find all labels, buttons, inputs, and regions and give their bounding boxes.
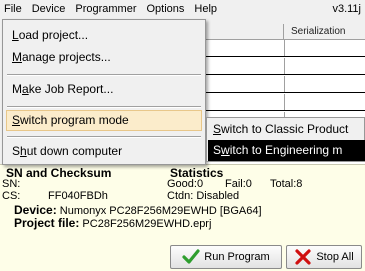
cs-value: FF040FBDh (48, 190, 108, 202)
stop-all-label: Stop All (316, 251, 354, 263)
grid-header-serialization[interactable]: Serialization (285, 24, 365, 40)
menu-options[interactable]: Options (141, 0, 189, 19)
switch-mode-submenu: Switch to Classic Product Switch to Engi… (206, 117, 365, 162)
stat-fail: Fail:0 (225, 178, 252, 190)
sn-label: SN: (2, 178, 21, 190)
version-label: v3.11j (332, 3, 361, 15)
menu-item-make-job-report[interactable]: Make Job Report... (6, 79, 202, 100)
stop-x-icon (295, 249, 311, 265)
submenu-item-label: Switch to Classic Product (213, 122, 349, 136)
menu-item-label: Manage projects... (12, 50, 111, 64)
grid-row[interactable] (206, 58, 365, 75)
run-program-button[interactable]: Run Program (170, 245, 282, 269)
submenu-item-label: Switch to Engineering m (213, 143, 343, 157)
grid-row[interactable] (206, 40, 365, 57)
stat-good: Good:0 (167, 178, 204, 190)
menu-separator (7, 74, 201, 76)
menu-device[interactable]: Device (27, 0, 71, 19)
menu-bar: File Device Programmer Options Help v3.1… (0, 0, 365, 19)
sn-checksum-title: SN and Checksum (6, 166, 112, 180)
grid-row[interactable] (206, 76, 365, 93)
menu-item-shut-down-computer[interactable]: Shut down computer (6, 141, 202, 162)
menu-separator (7, 106, 201, 108)
checkmark-icon (182, 249, 200, 264)
grid-header: Serialization (206, 24, 365, 40)
menu-item-label: Make Job Report... (12, 82, 114, 96)
project-file-label: Project file: (14, 216, 80, 230)
menu-item-label: Shut down computer (12, 144, 123, 158)
grid-header-col1[interactable] (206, 24, 284, 40)
project-file-value: PC28F256M29EWHD.eprj (82, 218, 212, 230)
info-panel: SN and Checksum Statistics SN: Good:0 Fa… (0, 164, 365, 271)
menu-separator (7, 136, 201, 138)
stat-ctdn: Ctdn: Disabled (167, 190, 240, 202)
menu-item-manage-projects[interactable]: Manage projects... (6, 47, 202, 68)
file-menu-dropdown: Load project... Manage projects... Make … (2, 19, 206, 165)
menu-file[interactable]: File (0, 0, 27, 19)
grid-row[interactable] (206, 94, 365, 111)
menu-item-switch-program-mode[interactable]: Switch program mode (6, 110, 202, 131)
menu-item-label: Switch program mode (12, 113, 129, 127)
submenu-item-classic[interactable]: Switch to Classic Product (208, 119, 365, 140)
submenu-item-engineering[interactable]: Switch to Engineering m (208, 140, 365, 161)
stop-all-button[interactable]: Stop All (286, 245, 362, 269)
cs-label: CS: (2, 190, 21, 202)
menu-item-label: Load project... (12, 28, 89, 42)
menu-programmer[interactable]: Programmer (70, 0, 141, 19)
device-label: Device: (14, 203, 57, 217)
menu-help[interactable]: Help (189, 0, 222, 19)
menu-item-load-project[interactable]: Load project... (6, 25, 202, 46)
run-program-label: Run Program (204, 251, 270, 263)
stat-total: Total:8 (270, 178, 303, 190)
